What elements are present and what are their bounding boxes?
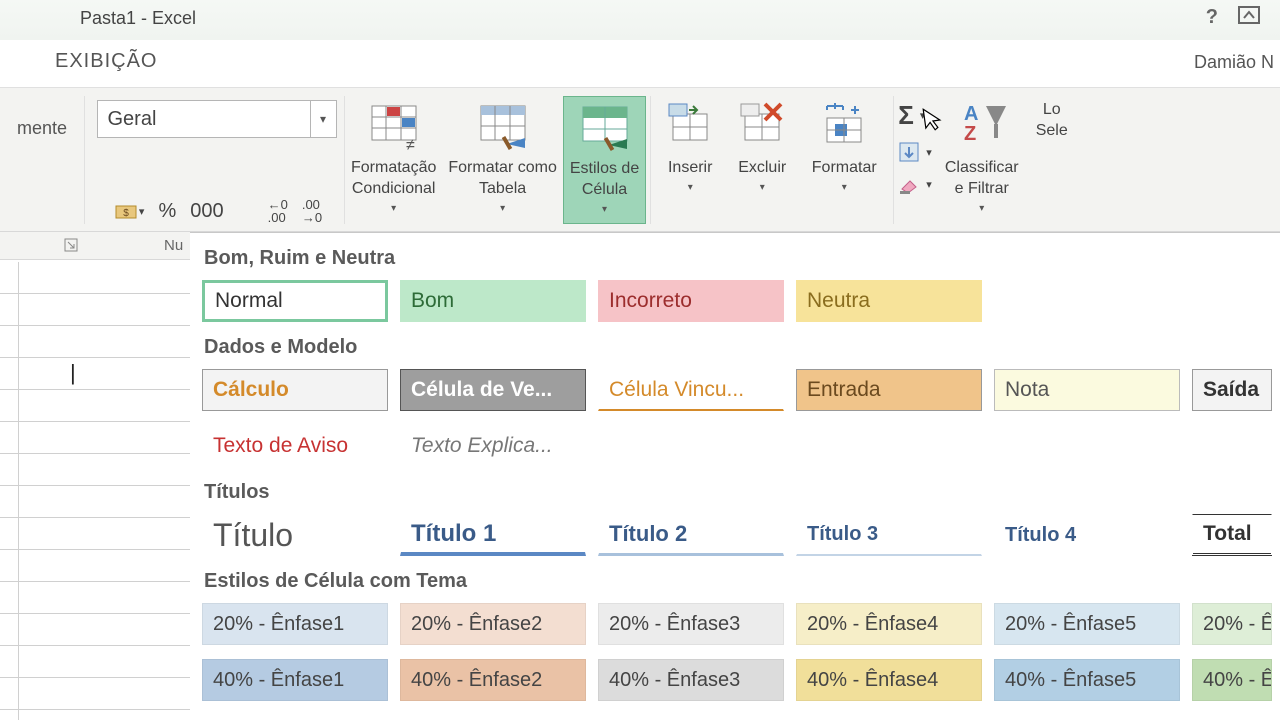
format-cells-button[interactable]: Formatar ▾ <box>799 96 889 224</box>
style-20-enfase2[interactable]: 20% - Ênfase2 <box>400 603 586 645</box>
chevron-down-icon: ▾ <box>979 202 984 215</box>
increase-decimal-button[interactable]: ←0.00 <box>268 198 288 224</box>
conditional-formatting-icon: ≠ <box>368 100 420 152</box>
style-celula-verificacao[interactable]: Célula de Ve... <box>400 369 586 411</box>
comma-style-button[interactable]: 000 <box>190 200 223 223</box>
editing-group: Σ▾ ▾ ▾ <box>898 96 932 195</box>
chevron-down-icon: ▾ <box>500 202 505 215</box>
svg-text:≠: ≠ <box>406 137 415 152</box>
svg-text:A: A <box>964 103 978 125</box>
insert-cells-button[interactable]: Inserir ▾ <box>655 96 725 224</box>
ribbon-display-icon[interactable] <box>1238 6 1260 30</box>
conditional-formatting-button[interactable]: ≠ Formatação Condicional ▾ <box>345 96 442 224</box>
category-data-model: Dados e Modelo <box>204 336 1272 359</box>
style-40-enfase6[interactable]: 40% - Ê <box>1192 659 1272 701</box>
style-20-enfase1[interactable]: 20% - Ênfase1 <box>202 603 388 645</box>
fill-button[interactable]: ▾ <box>898 141 932 163</box>
svg-text:Z: Z <box>964 123 976 145</box>
style-40-enfase5[interactable]: 40% - Ênfase5 <box>994 659 1180 701</box>
style-saida[interactable]: Saída <box>1192 369 1272 411</box>
delete-cells-button[interactable]: Excluir ▾ <box>725 96 799 224</box>
style-normal[interactable]: Normal <box>202 280 388 322</box>
tab-exibicao[interactable]: EXIBIÇÃO <box>55 50 157 73</box>
ribbon-tab-bar: EXIBIÇÃO Damião N <box>0 40 1280 88</box>
alignment-group-cut: mente <box>0 96 85 224</box>
style-titulo-2[interactable]: Título 2 <box>598 514 784 556</box>
style-40-enfase1[interactable]: 40% - Ênfase1 <box>202 659 388 701</box>
find-select-button[interactable]: Lo Sele <box>1032 96 1072 224</box>
help-icon[interactable]: ? <box>1206 6 1218 30</box>
chevron-down-icon: ▾ <box>602 203 607 216</box>
chevron-down-icon: ▾ <box>760 181 765 194</box>
style-40-enfase3[interactable]: 40% - Ênfase3 <box>598 659 784 701</box>
cell-styles-icon <box>579 101 631 153</box>
style-calculo[interactable]: Cálculo <box>202 369 388 411</box>
style-texto-explicativo[interactable]: Texto Explica... <box>400 425 586 467</box>
style-titulo[interactable]: Título <box>202 514 388 556</box>
user-name[interactable]: Damião N <box>1194 52 1274 73</box>
style-nota[interactable]: Nota <box>994 369 1180 411</box>
style-celula-vinculada[interactable]: Célula Vincu... <box>598 369 784 411</box>
cell-cursor: | <box>70 360 76 386</box>
style-entrada[interactable]: Entrada <box>796 369 982 411</box>
spreadsheet-grid-edge[interactable]: | <box>0 262 190 720</box>
insert-icon <box>664 100 716 152</box>
format-as-table-button[interactable]: Formatar como Tabela ▾ <box>442 96 562 224</box>
autosum-button[interactable]: Σ▾ <box>898 100 932 131</box>
style-total[interactable]: Total <box>1192 514 1272 556</box>
dialog-launcher-icon[interactable] <box>64 238 79 253</box>
number-group-label: Nu <box>164 237 183 254</box>
title-bar: Pasta1 - Excel ? <box>0 0 1280 40</box>
style-20-enfase6[interactable]: 20% - Ê <box>1192 603 1272 645</box>
window-title: Pasta1 - Excel <box>80 8 196 29</box>
chevron-down-icon[interactable]: ▾ <box>310 101 336 137</box>
delete-icon <box>736 100 788 152</box>
table-icon <box>477 100 529 152</box>
style-20-enfase3[interactable]: 20% - Ênfase3 <box>598 603 784 645</box>
style-bom[interactable]: Bom <box>400 280 586 322</box>
style-20-enfase4[interactable]: 20% - Ênfase4 <box>796 603 982 645</box>
cell-styles-button[interactable]: Estilos de Célula ▾ <box>563 96 646 224</box>
style-texto-aviso[interactable]: Texto de Aviso <box>202 425 388 467</box>
style-titulo-3[interactable]: Título 3 <box>796 514 982 556</box>
percent-button[interactable]: % <box>158 200 176 223</box>
style-40-enfase2[interactable]: 40% - Ênfase2 <box>400 659 586 701</box>
chevron-down-icon: ▾ <box>391 202 396 215</box>
decrease-decimal-button[interactable]: .00→0 <box>302 198 322 224</box>
cell-styles-gallery: Bom, Ruim e Neutra Normal Bom Incorreto … <box>190 232 1280 720</box>
number-format-value: Geral <box>108 108 157 131</box>
style-titulo-1[interactable]: Título 1 <box>400 514 586 556</box>
svg-text:$: $ <box>123 208 129 219</box>
style-incorreto[interactable]: Incorreto <box>598 280 784 322</box>
format-icon <box>818 100 870 152</box>
sort-filter-button[interactable]: AZ Classificar e Filtrar ▾ <box>932 96 1032 224</box>
style-neutra[interactable]: Neutra <box>796 280 982 322</box>
clear-button[interactable]: ▾ <box>898 173 932 195</box>
style-40-enfase4[interactable]: 40% - Ênfase4 <box>796 659 982 701</box>
category-themed-styles: Estilos de Célula com Tema <box>204 570 1272 593</box>
category-good-bad-neutral: Bom, Ruim e Neutra <box>204 247 1272 270</box>
chevron-down-icon: ▾ <box>688 181 693 194</box>
category-titulos: Títulos <box>204 481 1272 504</box>
number-format-combo[interactable]: Geral ▾ <box>97 100 337 138</box>
number-format-group: Geral ▾ $ ▾ % 000 ←0.00 .00→0 <box>85 96 345 224</box>
ribbon: mente Geral ▾ $ ▾ % 000 ←0.00 .00→0 ≠ Fo… <box>0 88 1280 232</box>
sort-filter-icon: AZ <box>956 100 1008 152</box>
style-titulo-4[interactable]: Título 4 <box>994 514 1180 556</box>
chevron-down-icon: ▾ <box>842 181 847 194</box>
accounting-format-button[interactable]: $ ▾ <box>115 202 145 220</box>
style-20-enfase5[interactable]: 20% - Ênfase5 <box>994 603 1180 645</box>
